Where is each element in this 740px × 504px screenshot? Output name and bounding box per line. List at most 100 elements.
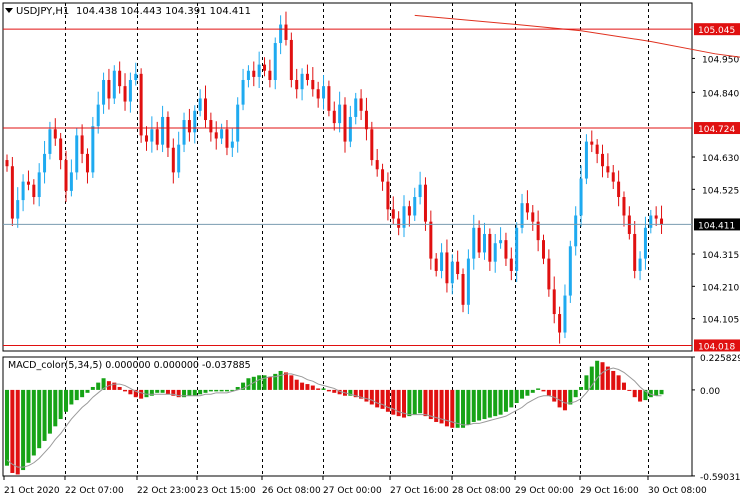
candle-body xyxy=(118,70,122,87)
histogram-bar xyxy=(15,389,20,475)
histogram-bar xyxy=(332,389,337,393)
y-tick-label: 104.525 xyxy=(702,186,739,196)
histogram-bar xyxy=(198,389,203,395)
histogram-bar xyxy=(224,389,229,392)
candle-body xyxy=(198,98,202,111)
candle-body xyxy=(220,129,224,139)
candle-body xyxy=(53,129,57,139)
histogram-bar xyxy=(117,386,122,390)
histogram-bar xyxy=(546,389,551,396)
histogram-bar xyxy=(621,382,626,390)
trading-chart[interactable]: 104.950 104.840 104.630 104.525 104.315 104.2… xyxy=(0,0,740,500)
price-pane[interactable]: 104.950 104.840 104.630 104.525 104.315 104.2… xyxy=(2,2,740,352)
candle-body xyxy=(407,206,411,216)
candle-body xyxy=(5,160,9,167)
histogram-bar xyxy=(21,389,26,471)
indicator-pane[interactable]: 0.225829 0.00 -0.590317 xyxy=(2,354,740,483)
candle-body xyxy=(397,218,401,228)
histogram-bar xyxy=(611,370,616,390)
candle-body xyxy=(10,166,14,219)
candle-body xyxy=(552,289,556,315)
candle-body xyxy=(499,240,503,244)
histogram-bar xyxy=(632,389,637,398)
histogram-bar xyxy=(214,389,219,392)
histogram-bar xyxy=(85,389,90,393)
candle-body xyxy=(289,39,293,80)
candle-body xyxy=(102,79,106,105)
candle-body xyxy=(381,169,385,182)
level-price-label: 104.724 xyxy=(698,125,735,135)
histogram-bar xyxy=(407,389,412,417)
candle-body xyxy=(96,104,100,127)
candle-body xyxy=(37,172,41,198)
histogram-bar xyxy=(257,375,262,390)
histogram-bar xyxy=(638,389,643,402)
histogram-bar xyxy=(557,389,562,408)
level-price-label: 104.018 xyxy=(698,342,735,352)
candle-body xyxy=(332,110,336,124)
histogram-bar xyxy=(552,389,557,402)
candle-body xyxy=(59,138,63,161)
candle-body xyxy=(386,181,390,210)
histogram-bar xyxy=(589,366,594,390)
histogram-bar xyxy=(530,389,535,393)
candle-body xyxy=(322,86,326,99)
histogram-bar xyxy=(471,389,476,422)
x-tick-label: 26 Oct 08:00 xyxy=(262,486,321,496)
candle-body xyxy=(80,135,84,154)
candle-body xyxy=(300,73,304,90)
candle-body xyxy=(563,295,567,333)
x-tick-label: 28 Oct 08:00 xyxy=(452,486,511,496)
histogram-bar xyxy=(487,389,492,418)
histogram-bar xyxy=(90,386,95,390)
candle-body xyxy=(32,184,36,198)
x-tick-label: 29 Oct 00:00 xyxy=(515,486,574,496)
chart-svg[interactable]: 104.950 104.840 104.630 104.525 104.315 104.2… xyxy=(0,0,740,500)
candle-body xyxy=(21,181,25,201)
histogram-bar xyxy=(595,360,600,390)
candle-body xyxy=(558,314,562,333)
histogram-bar xyxy=(31,389,36,456)
candle-body xyxy=(193,110,197,133)
y-tick-label: 104.210 xyxy=(702,283,739,293)
histogram-bar xyxy=(385,389,390,412)
candle-body xyxy=(482,233,486,253)
triangle-down-icon[interactable] xyxy=(5,8,13,13)
x-tick-label: 27 Oct 00:00 xyxy=(323,486,382,496)
candle-body xyxy=(364,110,368,130)
histogram-bar xyxy=(541,389,546,392)
histogram-bar xyxy=(69,389,74,405)
histogram-bar xyxy=(64,389,69,412)
histogram-bar xyxy=(380,389,385,409)
y-tick-label: 104.105 xyxy=(702,316,739,326)
candle-body xyxy=(343,104,347,142)
x-tick-label: 27 Oct 16:00 xyxy=(390,486,449,496)
x-tick-label: 21 Oct 2020 xyxy=(4,486,60,496)
candle-body xyxy=(263,64,267,71)
candle-body xyxy=(391,209,395,219)
candle-body xyxy=(370,129,374,161)
chart-header: USDJPY,H1 104.438 104.443 104.391 104.41… xyxy=(5,6,251,17)
histogram-bar xyxy=(423,389,428,417)
histogram-bar xyxy=(305,384,310,390)
candle-body xyxy=(236,104,240,142)
histogram-bar xyxy=(42,389,47,441)
candle-body xyxy=(257,64,261,77)
x-tick-label: 22 Oct 07:00 xyxy=(65,486,124,496)
candle-body xyxy=(327,86,331,111)
histogram-bar xyxy=(573,389,578,398)
level-price-label: 105.045 xyxy=(698,26,735,36)
moving-average-line xyxy=(414,14,740,58)
histogram-bar xyxy=(47,389,52,434)
histogram-bar xyxy=(536,388,541,390)
candle-body xyxy=(595,144,599,154)
histogram-bar xyxy=(278,370,283,390)
x-tick-label: 23 Oct 15:00 xyxy=(197,486,256,496)
y-tick-label: 104.315 xyxy=(702,251,739,261)
histogram-bar xyxy=(160,389,165,393)
histogram-bar xyxy=(165,389,170,395)
histogram-bar xyxy=(466,389,471,425)
x-tick-label: 29 Oct 16:00 xyxy=(580,486,639,496)
histogram-bar xyxy=(600,362,605,390)
histogram-bar xyxy=(428,389,433,420)
